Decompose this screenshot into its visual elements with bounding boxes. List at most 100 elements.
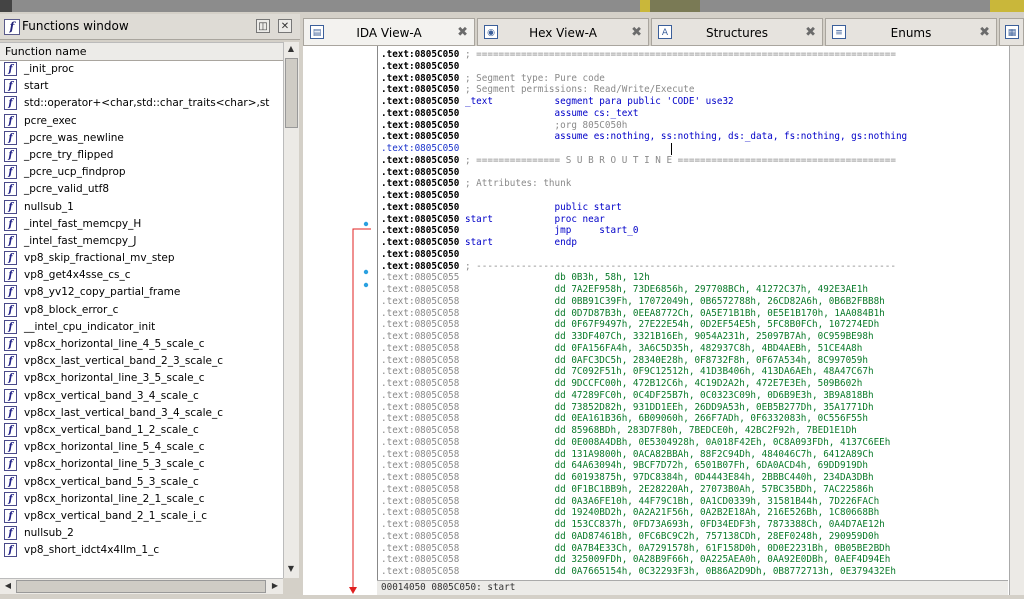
disassembly-line[interactable]: .text:0805C058 dd 0AFC3DC5h, 28340E28h, … (381, 355, 868, 367)
tab-more[interactable]: ▦ (999, 18, 1024, 46)
disassembly-line[interactable]: .text:0805C050 start proc near (381, 214, 605, 226)
disassembly-listing[interactable]: .text:0805C050 ; =======================… (377, 46, 1009, 580)
scrollbar-thumb[interactable] (16, 580, 266, 593)
scroll-up-icon[interactable]: ▲ (284, 44, 298, 53)
function-list-item[interactable]: f _pcre_try_flipped (0, 147, 283, 164)
function-list-item[interactable]: f vp8cx_vertical_band_3_4_scale_c (0, 388, 283, 405)
close-icon[interactable]: ✕ (278, 19, 292, 33)
close-icon[interactable]: ✖ (457, 25, 468, 40)
restore-icon[interactable]: ◫ (256, 19, 270, 33)
disassembly-line[interactable]: .text:0805C050 (381, 143, 459, 155)
disassembly-line[interactable]: .text:0805C050 ;org 805C050h (381, 120, 627, 132)
disassembly-line[interactable]: .text:0805C050 (381, 61, 459, 73)
function-list-item[interactable]: f nullsub_1 (0, 199, 283, 216)
function-list-item[interactable]: f _init_proc (0, 61, 283, 78)
disassembly-line[interactable]: .text:0805C058 dd 325009FDh, 0A28B9F66h,… (381, 554, 890, 566)
disassembly-line[interactable]: .text:0805C058 dd 33DF407Ch, 3321B16Eh, … (381, 331, 874, 343)
scroll-right-icon[interactable]: ▶ (268, 581, 282, 590)
tab-enums[interactable]: ≡ Enums ✖ (825, 18, 997, 46)
tab-ida-view-a[interactable]: ▤ IDA View-A ✖ (303, 18, 475, 46)
disassembly-line[interactable]: .text:0805C055 db 0B3h, 58h, 12h (381, 272, 650, 284)
function-list-item[interactable]: f vp8_get4x4sse_cs_c (0, 267, 283, 284)
disassembly-line[interactable]: .text:0805C050 assume es:nothing, ss:not… (381, 131, 907, 143)
disassembly-line[interactable]: .text:0805C050 (381, 167, 459, 179)
function-list-item[interactable]: f _intel_fast_memcpy_H (0, 216, 283, 233)
disassembly-line[interactable]: .text:0805C050 ; =============== S U B R… (381, 155, 896, 167)
function-list-item[interactable]: f vp8cx_last_vertical_band_3_4_scale_c (0, 405, 283, 422)
disassembly-line[interactable]: .text:0805C058 dd 0A7665154h, 0C32293F3h… (381, 566, 896, 578)
disassembly-line[interactable]: .text:0805C058 dd 0BB91C39Fh, 17072049h,… (381, 296, 885, 308)
scroll-down-icon[interactable]: ▼ (284, 564, 298, 573)
function-list-item[interactable]: f _intel_fast_memcpy_J (0, 233, 283, 250)
function-list-item[interactable]: f _pcre_was_newline (0, 130, 283, 147)
disassembly-line[interactable]: .text:0805C050 jmp start_0 (381, 225, 639, 237)
disassembly-line[interactable]: .text:0805C058 dd 64A63094h, 9BCF7D72h, … (381, 460, 868, 472)
function-list-item[interactable]: f vp8_short_idct4x4llm_1_c (0, 542, 283, 559)
close-icon[interactable]: ✖ (631, 25, 642, 40)
disassembly-line[interactable]: .text:0805C058 dd 0AD87461Bh, 0FC6BC9C2h… (381, 531, 879, 543)
disassembly-line[interactable]: .text:0805C058 dd 153CC837h, 0FD73A693h,… (381, 519, 885, 531)
disassembly-line[interactable]: .text:0805C050 _text segment para public… (381, 96, 734, 108)
disassembly-line[interactable]: .text:0805C058 dd 0D7D87B3h, 0EEA8772Ch,… (381, 308, 885, 320)
disassembly-line[interactable]: .text:0805C058 dd 7A2EF958h, 73DE6856h, … (381, 284, 868, 296)
disassembly-line[interactable]: .text:0805C050 assume cs:_text (381, 108, 639, 120)
function-list-item[interactable]: f __intel_cpu_indicator_init (0, 319, 283, 336)
disassembly-line[interactable]: .text:0805C058 dd 0E008A4DBh, 0E5304928h… (381, 437, 890, 449)
disassembly-line[interactable]: .text:0805C050 (381, 190, 459, 202)
close-icon[interactable]: ✖ (805, 25, 816, 40)
disassembly-line[interactable]: .text:0805C058 dd 19240BD2h, 0A2A21F56h,… (381, 507, 879, 519)
function-list-item[interactable]: f vp8cx_vertical_band_2_1_scale_i_c (0, 508, 283, 525)
function-list-item[interactable]: f vp8cx_horizontal_line_4_5_scale_c (0, 336, 283, 353)
disassembly-line[interactable]: .text:0805C050 ; =======================… (381, 49, 896, 61)
disassembly-vertical-scrollbar[interactable] (1009, 46, 1024, 595)
disassembly-line[interactable]: .text:0805C058 dd 0EA161B36h, 6B09060h, … (381, 413, 868, 425)
disassembly-line[interactable]: .text:0805C058 dd 0FA156FA4h, 3A6C5D35h,… (381, 343, 862, 355)
function-list-item[interactable]: f std::operator+<char,std::char_traits<ch… (0, 95, 283, 112)
function-list-item[interactable]: f vp8cx_vertical_band_1_2_scale_c (0, 422, 283, 439)
disassembly-line[interactable]: .text:0805C050 public start (381, 202, 622, 214)
function-list[interactable]: Function name f _init_proc f start f std::ope… (0, 42, 283, 579)
disassembly-line[interactable]: .text:0805C058 dd 0A7B4E33Ch, 0A7291578h… (381, 543, 890, 555)
function-list-vertical-scrollbar[interactable]: ▲ ▼ (283, 42, 299, 578)
disassembly-line[interactable]: .text:0805C050 start endp (381, 237, 577, 249)
scrollbar-thumb[interactable] (285, 58, 298, 128)
disassembly-line[interactable]: .text:0805C058 dd 7C092F51h, 0F9C12512h,… (381, 366, 874, 378)
function-list-item[interactable]: f vp8cx_horizontal_line_5_3_scale_c (0, 456, 283, 473)
close-icon[interactable]: ✖ (979, 25, 990, 40)
line-address: .text:0805C050 (381, 96, 460, 107)
function-list-item[interactable]: f vp8cx_horizontal_line_5_4_scale_c (0, 439, 283, 456)
function-list-item[interactable]: f vp8_block_error_c (0, 302, 283, 319)
function-name-column-header[interactable]: Function name (0, 43, 283, 61)
disassembly-line[interactable]: .text:0805C050 ; -----------------------… (381, 261, 896, 273)
function-list-item[interactable]: f vp8cx_horizontal_line_3_5_scale_c (0, 370, 283, 387)
disassembly-line[interactable]: .text:0805C058 dd 0F67F9497h, 27E22E54h,… (381, 319, 879, 331)
disassembly-line[interactable]: .text:0805C058 dd 47289FC0h, 0C4DF25B7h,… (381, 390, 874, 402)
disassembly-line[interactable]: .text:0805C058 dd 73852D82h, 931DD1EEh, … (381, 402, 874, 414)
function-list-item[interactable]: f _pcre_valid_utf8 (0, 181, 283, 198)
disassembly-line[interactable]: .text:0805C050 (381, 249, 459, 261)
scroll-left-icon[interactable]: ◀ (1, 581, 15, 590)
disassembly-line[interactable]: .text:0805C058 dd 85968BDh, 283D7F80h, 7… (381, 425, 857, 437)
function-list-item[interactable]: f vp8_yv12_copy_partial_frame (0, 284, 283, 301)
function-list-item[interactable]: f start (0, 78, 283, 95)
tab-structures[interactable]: A Structures ✖ (651, 18, 823, 46)
disassembly-line[interactable]: .text:0805C058 dd 0F1BC1BB9h, 2E28220Ah,… (381, 484, 874, 496)
line-address: .text:0805C058 (381, 319, 460, 331)
function-list-item[interactable]: f _pcre_ucp_findprop (0, 164, 283, 181)
function-list-horizontal-scrollbar[interactable]: ◀ ▶ (0, 578, 283, 594)
disassembly-line[interactable]: .text:0805C058 dd 9DCCFC00h, 472B12C6h, … (381, 378, 862, 390)
function-list-item[interactable]: f vp8cx_last_vertical_band_2_3_scale_c (0, 353, 283, 370)
disassembly-line[interactable]: .text:0805C050 ; Segment permissions: Re… (381, 84, 694, 96)
function-list-item[interactable]: f pcre_exec (0, 113, 283, 130)
function-list-item[interactable]: f vp8cx_horizontal_line_2_1_scale_c (0, 491, 283, 508)
function-list-item[interactable]: f nullsub_2 (0, 525, 283, 542)
disassembly-line[interactable]: .text:0805C058 dd 131A9800h, 0ACA82BBAh,… (381, 449, 874, 461)
disassembly-line[interactable]: .text:0805C058 dd 60193875h, 97DC8384h, … (381, 472, 874, 484)
disassembly-line[interactable]: .text:0805C050 ; Attributes: thunk (381, 178, 571, 190)
disassembly-line[interactable]: .text:0805C058 dd 0A3A6FE10h, 44F79C1Bh,… (381, 496, 879, 508)
function-list-item[interactable]: f vp8_skip_fractional_mv_step (0, 250, 283, 267)
function-list-item[interactable]: f vp8cx_vertical_band_5_3_scale_c (0, 474, 283, 491)
function-name: nullsub_1 (24, 200, 74, 213)
tab-hex-view-a[interactable]: ◉ Hex View-A ✖ (477, 18, 649, 46)
disassembly-line[interactable]: .text:0805C050 ; Segment type: Pure code (381, 73, 605, 85)
